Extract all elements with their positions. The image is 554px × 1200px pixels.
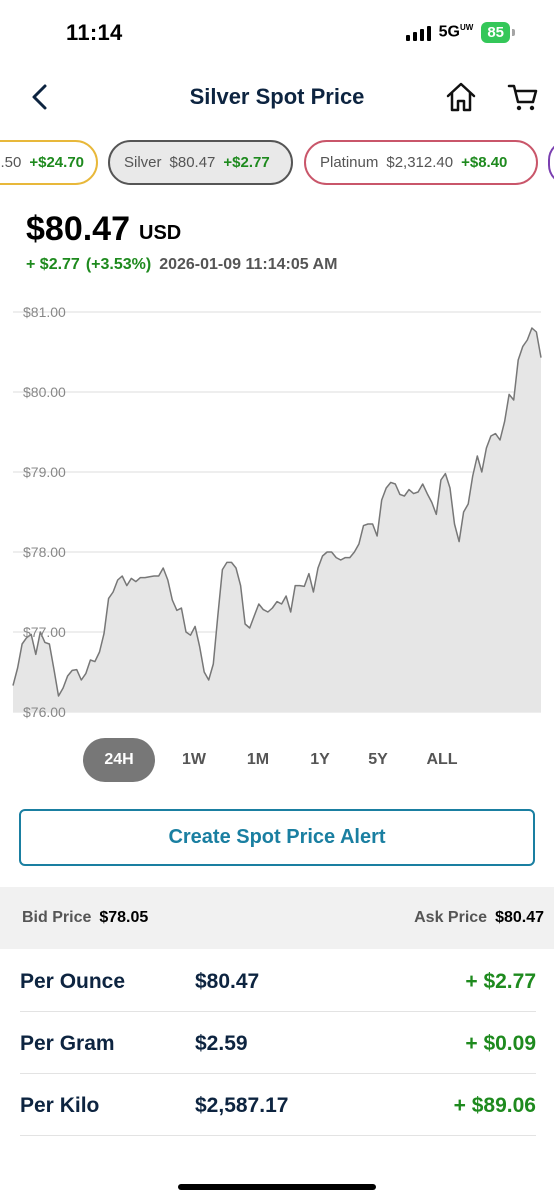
ticker-change: +$24.70 <box>29 154 84 171</box>
ticker-change: +$8.40 <box>461 154 508 171</box>
unit-price: $80.47 <box>195 970 260 993</box>
bid-label: Bid Price <box>22 909 92 926</box>
ticker-price: .50 <box>0 154 22 171</box>
price-timestamp: 2026-01-09 11:14:05 AM <box>159 256 338 273</box>
range-1w[interactable]: 1W <box>164 738 224 782</box>
ticker-name: Silver <box>124 154 162 171</box>
y-tick-label: $77.00 <box>23 624 66 640</box>
status-icons: 5GUW 85 <box>405 22 515 43</box>
unit-price: $2.59 <box>195 1032 248 1055</box>
ticker-platinum[interactable]: Platinum $2,312.40 +$8.40 <box>304 140 538 185</box>
ticker-strip[interactable]: .50 +$24.70 Silver $80.47 +$2.77 Platinu… <box>0 140 554 186</box>
price-change: + $2.77 <box>26 256 80 273</box>
currency-label: USD <box>139 222 182 244</box>
ask-price: Ask Price $80.47 <box>414 909 544 927</box>
ticker-gold[interactable]: .50 +$24.70 <box>0 140 98 185</box>
y-tick-label: $76.00 <box>23 704 66 720</box>
ask-value: $80.47 <box>495 909 544 926</box>
unit-label: Per Gram <box>20 1032 115 1055</box>
home-indicator <box>178 1184 376 1190</box>
unit-price: $2,587.17 <box>195 1094 289 1117</box>
range-5y[interactable]: 5Y <box>348 738 408 782</box>
unit-price-table: Per Ounce $80.47 + $2.77 Per Gram $2.59 … <box>0 950 554 1136</box>
price-change-percent: (+3.53%) <box>85 256 152 273</box>
y-tick-label: $80.00 <box>23 384 66 400</box>
battery-icon: 85 <box>481 22 515 43</box>
bid-value: $78.05 <box>99 909 149 926</box>
cart-button[interactable] <box>506 80 540 114</box>
table-row: Per Kilo $2,587.17 + $89.06 <box>20 1074 536 1136</box>
current-price: $80.47 <box>26 210 130 248</box>
range-24h[interactable]: 24H <box>83 738 155 782</box>
ask-label: Ask Price <box>414 909 488 926</box>
ticker-name: Platinum <box>320 154 379 171</box>
network-type: 5GUW <box>438 23 474 41</box>
unit-change: + $89.06 <box>453 1094 536 1117</box>
create-alert-button[interactable]: Create Spot Price Alert <box>19 809 535 866</box>
ticker-price: $2,312.40 <box>386 154 454 171</box>
price-chart[interactable]: $81.00 $80.00 $79.00 $78.00 $77.00 $76.00 <box>0 290 554 720</box>
bid-price: Bid Price $78.05 <box>22 909 148 927</box>
ticker-silver[interactable]: Silver $80.47 +$2.77 <box>108 140 293 185</box>
table-row: Per Ounce $80.47 + $2.77 <box>20 950 536 1012</box>
cart-icon <box>507 84 538 111</box>
ticker-price: $80.47 <box>169 154 216 171</box>
unit-label: Per Ounce <box>20 970 126 993</box>
unit-change: + $2.77 <box>465 970 536 993</box>
ticker-palladium[interactable] <box>548 140 554 185</box>
range-1m[interactable]: 1M <box>228 738 288 782</box>
y-tick-label: $78.00 <box>23 544 66 560</box>
range-selector[interactable]: 24H 1W 1M 1Y 5Y ALL <box>0 738 554 782</box>
home-icon <box>446 82 476 112</box>
range-all[interactable]: ALL <box>412 738 472 782</box>
y-tick-label: $79.00 <box>23 464 66 480</box>
price-change-line: + $2.77 (+3.53%) 2026-01-09 11:14:05 AM <box>26 256 337 274</box>
bid-ask-bar: Bid Price $78.05 Ask Price $80.47 <box>0 887 554 949</box>
range-1y[interactable]: 1Y <box>290 738 350 782</box>
cellular-signal-icon <box>405 25 431 41</box>
status-time: 11:14 <box>66 20 123 45</box>
unit-change: + $0.09 <box>465 1032 536 1055</box>
table-row: Per Gram $2.59 + $0.09 <box>20 1012 536 1074</box>
y-tick-label: $81.00 <box>23 304 66 320</box>
unit-label: Per Kilo <box>20 1094 100 1117</box>
home-button[interactable] <box>444 80 478 114</box>
ticker-change: +$2.77 <box>223 154 270 171</box>
